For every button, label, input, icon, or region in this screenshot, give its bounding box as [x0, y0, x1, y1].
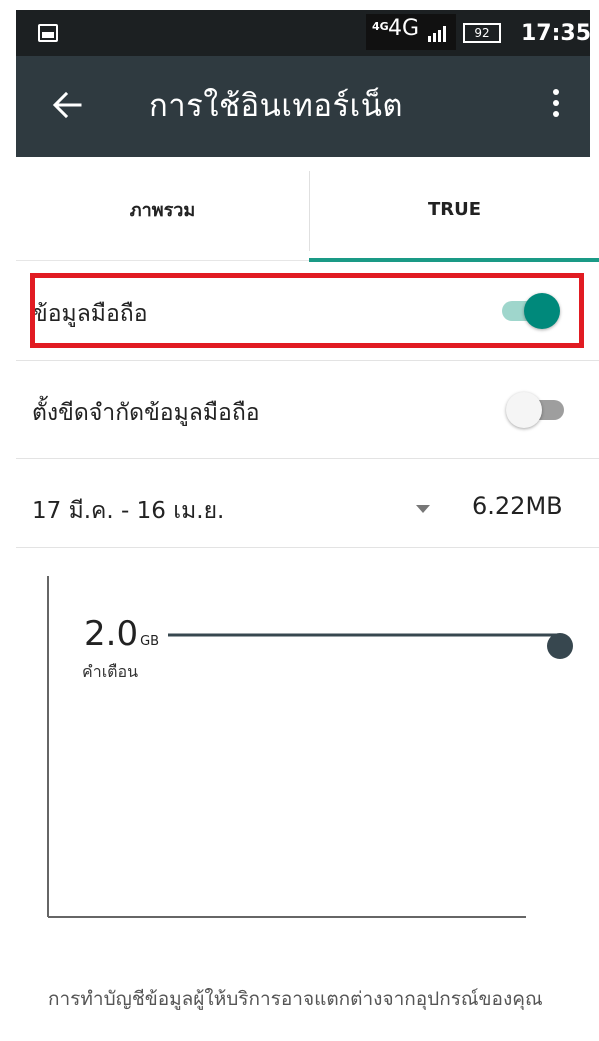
- status-bar: 4G 4G 92 17:35: [16, 10, 592, 56]
- toggle-thumb: [506, 392, 542, 428]
- back-arrow-icon[interactable]: [50, 88, 84, 122]
- warning-number: 2.0: [84, 614, 139, 654]
- signal-icon: [428, 26, 446, 42]
- network-type-small: 4G: [372, 20, 389, 33]
- warning-value[interactable]: 2.0 GB: [84, 614, 159, 654]
- warning-handle: [547, 633, 573, 659]
- dropdown-arrow-icon[interactable]: [416, 505, 430, 513]
- data-limit-row[interactable]: ตั้งขีดจำกัดข้อมูลมือถือ: [16, 361, 599, 458]
- more-options-icon[interactable]: [550, 89, 562, 123]
- usage-amount: 6.22MB: [472, 492, 563, 520]
- app-bar: การใช้อินเทอร์เน็ต: [16, 56, 590, 157]
- warning-unit: GB: [140, 634, 160, 649]
- tab-overview[interactable]: ภาพรวม: [16, 157, 309, 261]
- image-notification-icon: [38, 24, 58, 42]
- battery-icon: 92: [463, 23, 501, 43]
- clock: 17:35: [521, 21, 592, 46]
- page-title: การใช้อินเทอร์เน็ต: [149, 88, 404, 124]
- cycle-range: 17 มี.ค. - 16 เม.ย.: [32, 498, 225, 524]
- divider: [16, 547, 599, 548]
- footer-note: การทำบัญชีข้อมูลผู้ให้บริการอาจแตกต่างจา…: [48, 988, 543, 1010]
- network-type: 4G: [388, 16, 420, 41]
- warning-label: คำเตือน: [82, 662, 139, 681]
- data-limit-label: ตั้งขีดจำกัดข้อมูลมือถือ: [32, 400, 260, 426]
- data-limit-toggle[interactable]: [506, 390, 568, 430]
- highlight-annotation: [30, 273, 584, 348]
- tab-bar: ภาพรวม TRUE: [16, 157, 599, 262]
- tab-true[interactable]: TRUE: [309, 157, 599, 261]
